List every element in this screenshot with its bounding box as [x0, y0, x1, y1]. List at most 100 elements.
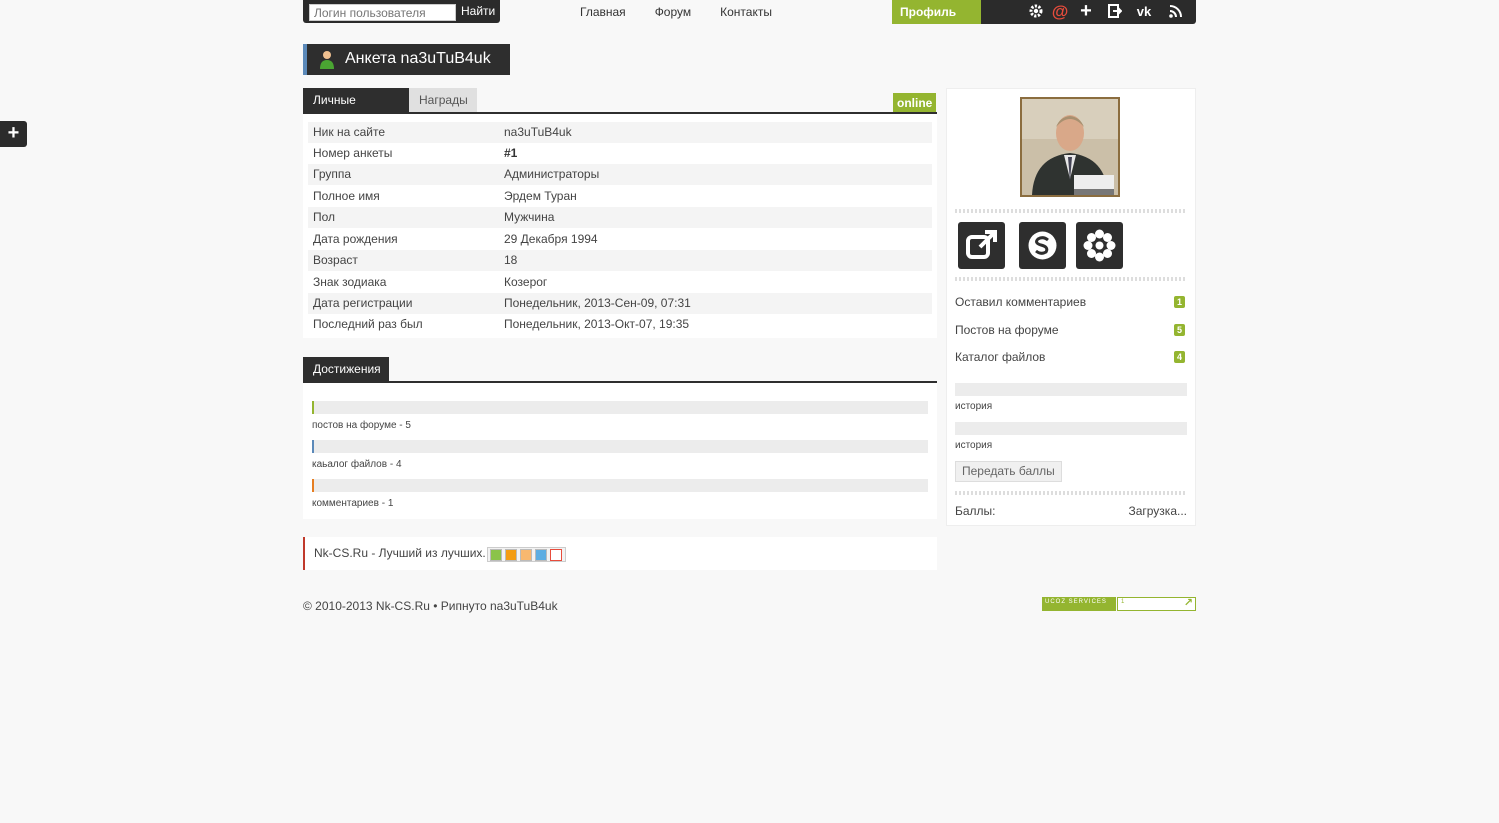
info-value: Мужчина [504, 210, 555, 224]
stat-label: Постов на форуме [955, 323, 1059, 337]
achievement-label: постов на форуме - 5 [312, 420, 411, 431]
status-badge: online [893, 93, 937, 113]
info-value: 18 [504, 253, 518, 267]
external-link-icon[interactable] [958, 222, 1005, 269]
tab-awards[interactable]: Награды [409, 88, 477, 112]
info-key: Полное имя [313, 189, 380, 203]
profile-button[interactable]: Профиль [892, 0, 981, 24]
top-nav: Главная Форум Контакты [580, 5, 801, 19]
stat-forum-posts[interactable]: Постов на форуме 5 [955, 320, 1187, 340]
info-row: Полное имя Эрдем Туран [308, 186, 932, 207]
bookmark-icon[interactable] [505, 549, 517, 561]
profile-info-table: Ник на сайте na3uTuB4uk Номер анкеты #1 Гр… [303, 112, 937, 338]
info-row: Группа Администраторы [308, 164, 932, 185]
avatar [1020, 97, 1120, 197]
side-plus-icon[interactable]: + [0, 121, 27, 147]
info-row: Последний раз был Понедельник, 2013-Окт-0… [308, 314, 932, 335]
slogan-text: Nk-CS.Ru - Лучший из лучших. [314, 546, 486, 560]
tab-achievements[interactable]: Достижения [303, 357, 389, 381]
nav-contacts[interactable]: Контакты [720, 5, 772, 19]
info-key: Дата рождения [313, 232, 398, 246]
profile-bar: Профиль @ + vk [892, 0, 1196, 24]
history-label[interactable]: история [955, 440, 992, 451]
info-row: Дата регистрации Понедельник, 2013-Сен-09… [308, 293, 932, 314]
achievement-mark [312, 440, 314, 453]
link-icon[interactable] [535, 549, 547, 561]
history-bar [955, 422, 1187, 435]
divider [955, 277, 1187, 281]
count-badge: 1 [1174, 296, 1185, 308]
user-icon [319, 50, 335, 70]
send-points-button[interactable]: Передать баллы [955, 461, 1062, 482]
nav-forum[interactable]: Форум [655, 5, 691, 19]
search-button[interactable]: Найти [461, 4, 495, 18]
page-title-box: Анкета na3uTuB4uk [303, 44, 510, 75]
info-value: Козерог [504, 275, 548, 289]
stat-comments[interactable]: Оставил комментариев 1 [955, 292, 1187, 312]
ucoz-services-badge[interactable]: UCOZ SERVICES [1042, 597, 1116, 611]
info-row: Ник на сайте na3uTuB4uk [308, 122, 932, 143]
share-icon[interactable] [520, 549, 532, 561]
divider [955, 491, 1187, 495]
divider [955, 209, 1187, 213]
info-row: Дата рождения 29 Декабря 1994 [308, 229, 932, 250]
achievement-mark [312, 479, 314, 492]
share-icon[interactable] [490, 549, 502, 561]
info-key: Ник на сайте [313, 125, 385, 139]
info-key: Номер анкеты [313, 146, 393, 160]
info-row: Знак зодиака Козерог [308, 272, 932, 293]
plus-icon[interactable]: + [1076, 1, 1096, 21]
count-badge: 5 [1174, 324, 1185, 336]
arrow-icon: ↗ [1183, 597, 1193, 609]
info-row: Номер анкеты #1 [308, 143, 932, 164]
history-bar [955, 383, 1187, 396]
achievement-bar [312, 440, 928, 453]
points-row: Баллы: Загрузка... [955, 504, 1187, 518]
info-value: Эрдем Туран [504, 189, 577, 203]
tab-personal[interactable]: Личные данные [303, 88, 409, 131]
achievement-bar [312, 401, 928, 414]
vk-icon[interactable]: vk [1134, 2, 1154, 21]
info-value: #1 [504, 146, 518, 160]
points-value: Загрузка... [1128, 504, 1187, 518]
info-row: Пол Мужчина [308, 207, 932, 228]
info-key: Возраст [313, 253, 358, 267]
ucoz-counter-badge[interactable]: 1 ↗ [1117, 597, 1196, 611]
achievement-label: комментариев - 1 [312, 498, 394, 509]
logout-icon[interactable] [1105, 2, 1125, 21]
info-key: Группа [313, 167, 352, 181]
info-value: Администраторы [504, 167, 600, 181]
stat-file-catalog[interactable]: Каталог файлов 4 [955, 347, 1187, 367]
info-key: Дата регистрации [313, 296, 413, 310]
stat-label: Оставил комментариев [955, 295, 1087, 309]
login-input[interactable] [309, 4, 456, 21]
info-key: Пол [313, 210, 336, 224]
achievement-bar [312, 479, 928, 492]
at-icon[interactable]: @ [1050, 2, 1070, 21]
info-value: na3uTuB4uk [504, 125, 572, 139]
stat-label: Каталог файлов [955, 350, 1046, 364]
skype-icon[interactable] [1019, 222, 1066, 269]
login-search-bar: Найти [303, 0, 500, 23]
info-value: Понедельник, 2013-Сен-09, 07:31 [504, 296, 691, 310]
info-row: Возраст 18 [308, 250, 932, 271]
points-label: Баллы: [955, 504, 996, 518]
asterisk-icon[interactable] [1076, 222, 1123, 269]
rss-icon[interactable] [1165, 2, 1185, 21]
info-key: Знак зодиака [313, 275, 387, 289]
count-badge: 4 [1174, 351, 1185, 363]
ucoz-counter: 1 [1121, 599, 1125, 605]
achievement-mark [312, 401, 314, 414]
info-value: 29 Декабря 1994 [504, 232, 598, 246]
history-label[interactable]: история [955, 401, 992, 412]
page-title: Анкета na3uTuB4uk [345, 50, 491, 67]
nav-home[interactable]: Главная [580, 5, 626, 19]
close-icon[interactable] [550, 549, 562, 561]
achievement-label: каьалог файлов - 4 [312, 459, 402, 470]
info-key: Последний раз был [313, 317, 423, 331]
info-value: Понедельник, 2013-Окт-07, 19:35 [504, 317, 690, 331]
ucoz-label: UCOZ SERVICES [1045, 599, 1107, 605]
achievements-panel: постов на форуме - 5 каьалог файлов - 4 … [303, 381, 937, 519]
gear-icon[interactable] [1026, 2, 1046, 21]
slogan-box: Nk-CS.Ru - Лучший из лучших. [303, 537, 937, 570]
